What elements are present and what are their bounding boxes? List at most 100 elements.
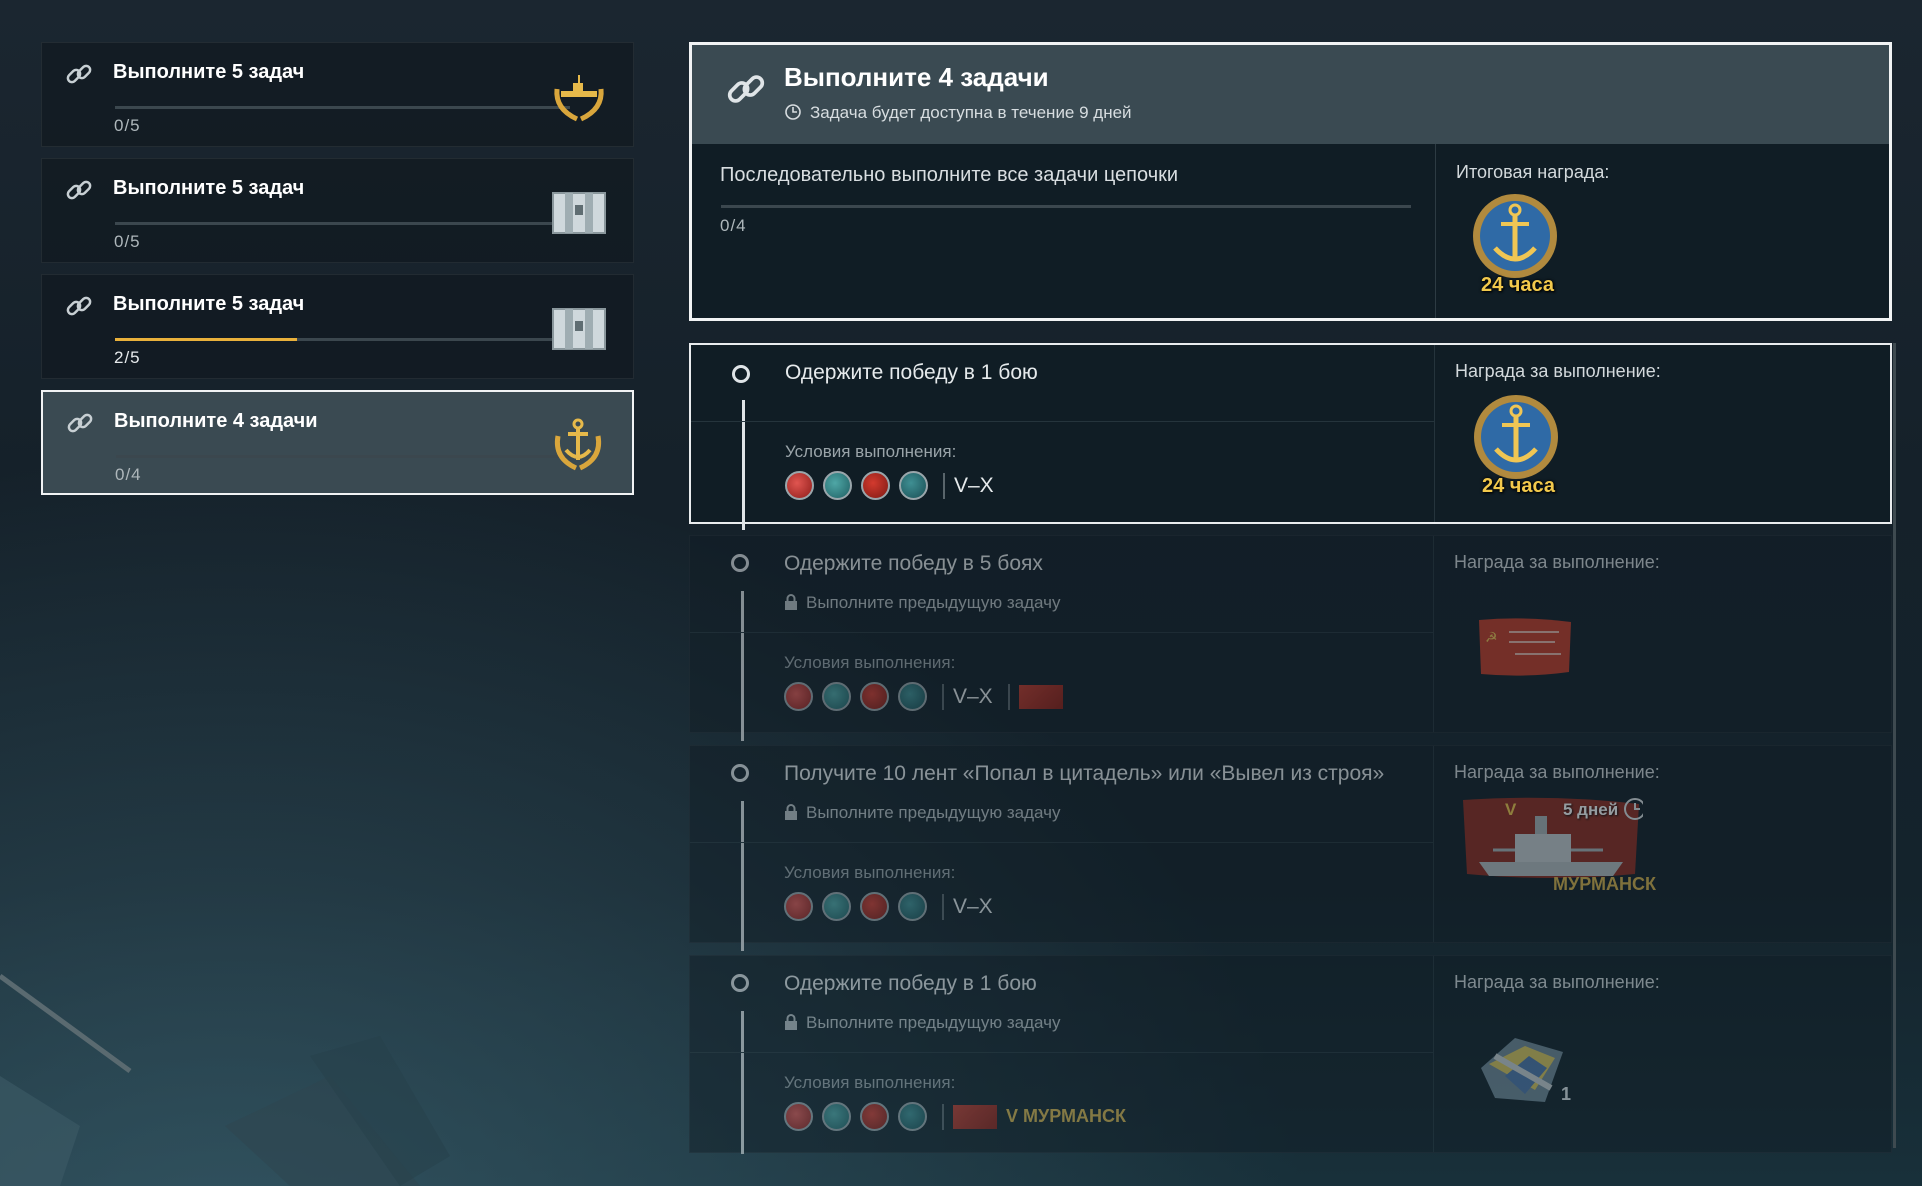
chain-count: 0/5: [114, 116, 141, 135]
ship-name: МУРМАНСК: [1553, 874, 1656, 894]
divider: [690, 842, 1433, 843]
divider: [942, 683, 944, 710]
lock-text: Выполните предыдущую задачу: [806, 1013, 1061, 1032]
nation-flag-icon: [861, 471, 890, 500]
lock-icon: [785, 1014, 797, 1030]
ship-rental-reward[interactable]: V 5 дней МУРМАНСК: [1463, 794, 1656, 894]
ussr-flag-icon: [953, 1104, 997, 1129]
task-title: Получите 10 лент «Попал в цитадель» или …: [784, 762, 1385, 785]
nation-flag-icon: [860, 892, 889, 921]
link-icon: [66, 180, 92, 200]
camouflage-icon: [1481, 1038, 1563, 1102]
conditions-row: V–X: [785, 471, 994, 500]
task-row-3[interactable]: Получите 10 лент «Попал в цитадель» или …: [689, 745, 1892, 951]
task-title: Одержите победу в 5 боях: [784, 552, 1043, 575]
chain-detail-progress-bar: [721, 205, 1411, 208]
nation-flag-icon: [898, 1102, 927, 1131]
divider: [1433, 536, 1434, 732]
chain-title: Выполните 5 задач: [113, 177, 305, 199]
lock-text: Выполните предыдущую задачу: [806, 803, 1061, 822]
divider: [691, 421, 1434, 422]
chain-progress-bar: [115, 106, 570, 109]
chain-detail-panel: Выполните 4 задачи Задача будет доступна…: [689, 42, 1892, 321]
nation-flag-icon: [784, 682, 813, 711]
reward-label: Награда за выполнение:: [1455, 361, 1661, 381]
nation-flag-icon: [823, 471, 852, 500]
conditions-label: Условия выполнения:: [784, 653, 956, 672]
chain-progress-bar: [115, 338, 570, 341]
tier-range: V–X: [953, 894, 993, 918]
task-status-circle: [732, 365, 750, 383]
chain-progress-bar: [115, 222, 570, 225]
nation-flag-icon: [860, 1102, 889, 1131]
reward-label: Награда за выполнение:: [1454, 552, 1660, 572]
background-map-decoration: [0, 973, 450, 1186]
anchor-medal-reward[interactable]: 24 часа: [1472, 393, 1568, 505]
task-connector-line: [741, 801, 744, 951]
nation-flag-icon: [822, 1102, 851, 1131]
conditions-label: Условия выполнения:: [784, 863, 956, 882]
chain-item-3[interactable]: Выполните 5 задач 2/5: [41, 274, 634, 379]
chain-title: Выполните 5 задач: [113, 293, 305, 315]
reward-duration: 24 часа: [1482, 475, 1556, 497]
task-row-4[interactable]: Одержите победу в 1 бою Выполните предыд…: [689, 955, 1892, 1154]
nation-flag-icon: [822, 682, 851, 711]
conditions-row: V–X: [784, 892, 993, 921]
ship-tier: V: [1505, 800, 1517, 819]
nation-flag-icon: [784, 1102, 813, 1131]
availability-text: Задача будет доступна в течение 9 дней: [784, 103, 1132, 123]
task-title: Одержите победу в 1 бою: [785, 361, 1038, 384]
chain-item-1[interactable]: Выполните 5 задач 0/5: [41, 42, 634, 147]
divider: [1433, 956, 1434, 1152]
clock-icon: [785, 104, 801, 120]
container-icon: [552, 308, 606, 350]
task-row-2[interactable]: Одержите победу в 5 боях Выполните преды…: [689, 535, 1892, 741]
divider: [943, 472, 945, 499]
nation-flag-icon: [784, 892, 813, 921]
task-connector-line: [741, 1011, 744, 1154]
victory-flag-icon: ☭: [1479, 618, 1571, 676]
conditions-label: Условия выполнения:: [785, 442, 957, 461]
chain-detail-header: Выполните 4 задачи Задача будет доступна…: [692, 45, 1889, 144]
camouflage-reward[interactable]: 1: [1475, 1028, 1575, 1118]
divider: [942, 893, 944, 920]
lock-icon: [785, 594, 797, 610]
chain-description: Последовательно выполните все задачи цеп…: [720, 164, 1179, 186]
task-status-circle: [731, 974, 749, 992]
divider: [1007, 683, 1010, 710]
nation-flag-icon: [898, 682, 927, 711]
task-row-1[interactable]: Одержите победу в 1 бою Условия выполнен…: [689, 343, 1892, 530]
reward-label: Награда за выполнение:: [1454, 762, 1660, 782]
ussr-flag-icon: [1018, 684, 1063, 709]
conditions-label: Условия выполнения:: [784, 1073, 956, 1092]
link-icon: [727, 75, 765, 103]
task-title: Одержите победу в 1 бою: [784, 972, 1037, 995]
task-connector-line: [741, 591, 744, 741]
anchor-medal-reward[interactable]: 24 часа: [1471, 192, 1567, 304]
availability-label: Задача будет доступна в течение 9 дней: [810, 103, 1132, 122]
reward-count: 1: [1561, 1084, 1572, 1104]
final-reward-section: Итоговая награда: 24 часа: [1436, 144, 1889, 318]
nation-flag-icon: [785, 471, 814, 500]
chain-progress-bar: [116, 455, 571, 458]
link-icon: [67, 413, 93, 433]
chain-count: 0/4: [115, 465, 142, 484]
divider: [1434, 345, 1435, 522]
conditions-row: V МУРМАНСК: [784, 1102, 1126, 1131]
link-icon: [66, 296, 92, 316]
reward-duration: 24 часа: [1481, 274, 1555, 296]
nation-flag-icon: [898, 892, 927, 921]
lock-notice: Выполните предыдущую задачу: [784, 593, 1060, 613]
chain-item-4[interactable]: Выполните 4 задачи 0/4: [41, 390, 634, 495]
scrollbar[interactable]: [1893, 343, 1896, 1148]
chain-progress-section: Последовательно выполните все задачи цеп…: [692, 144, 1435, 318]
chain-detail-title: Выполните 4 задачи: [784, 62, 1049, 92]
chain-title: Выполните 5 задач: [113, 61, 305, 83]
tier-range: V–X: [954, 473, 994, 497]
tier-range: V–X: [953, 684, 993, 708]
svg-text:☭: ☭: [1485, 630, 1498, 646]
link-icon: [66, 64, 92, 84]
nation-flag-icon: [860, 682, 889, 711]
lock-text: Выполните предыдущую задачу: [806, 593, 1061, 612]
chain-item-2[interactable]: Выполните 5 задач 0/5: [41, 158, 634, 263]
